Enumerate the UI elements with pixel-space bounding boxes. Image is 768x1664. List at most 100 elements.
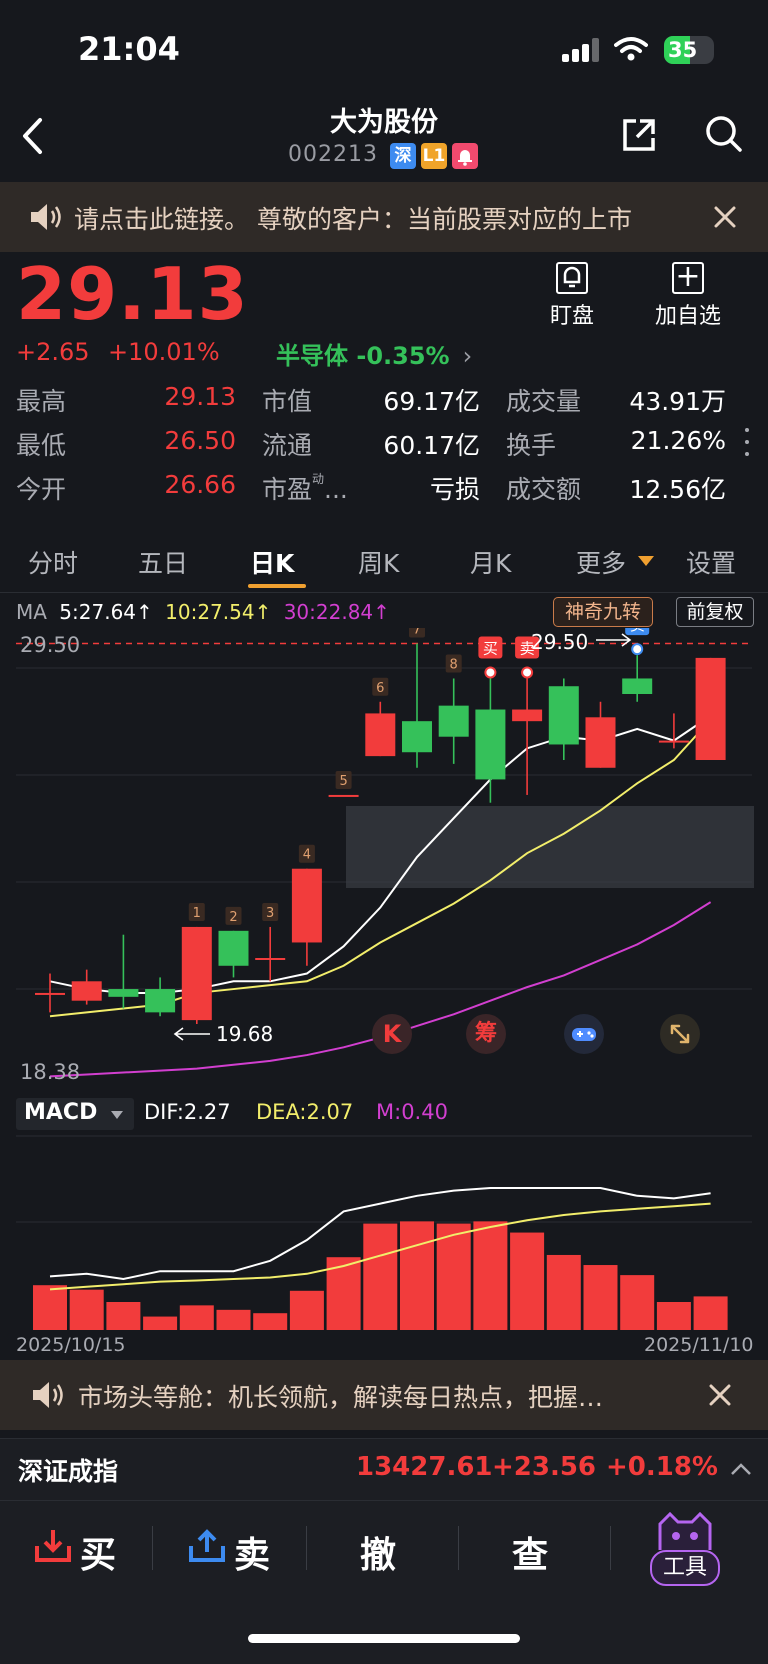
nine-turn-number: 6 — [376, 681, 384, 696]
chevron-up-icon[interactable] — [730, 1462, 752, 1476]
home-indicator — [248, 1634, 520, 1643]
candle-body — [548, 686, 579, 745]
stat-label: 最高 — [16, 387, 67, 416]
tab-daily-k[interactable]: 日K — [250, 544, 294, 580]
macd-bar — [436, 1223, 471, 1330]
watch-button[interactable]: 盯盘 — [540, 262, 604, 332]
gamepad-icon[interactable] — [564, 1014, 604, 1054]
stat-value: 60.17亿 — [383, 431, 480, 460]
tab-monthly-k[interactable]: 月K — [470, 544, 511, 580]
adjust-button[interactable]: 前复权 — [676, 597, 754, 627]
candle-body — [35, 992, 65, 995]
nine-turn-number: 1 — [193, 906, 201, 921]
sector-link[interactable]: 半导体 -0.35% › — [276, 336, 472, 371]
tab-weekly-k[interactable]: 周K — [358, 544, 399, 580]
stat-label: 换手 — [506, 431, 557, 460]
tab-five-day[interactable]: 五日 — [138, 544, 188, 580]
speaker-icon — [31, 204, 61, 230]
add-watchlist-button[interactable]: + 加自选 — [650, 262, 726, 332]
more-vertical-icon[interactable] — [744, 426, 750, 460]
stat-value: 12.56亿 — [629, 475, 726, 504]
buy-button[interactable]: 买 — [30, 1514, 154, 1578]
current-price: 29.13 — [16, 252, 249, 336]
notice-text-bottom[interactable]: 市场头等舱：机长领航，解读每日热点，把握… — [78, 1378, 688, 1414]
sell-button[interactable]: 卖 — [184, 1514, 308, 1578]
tools-label: 工具 — [650, 1550, 720, 1586]
plus-icon: + — [672, 262, 704, 294]
max-marker-label: 29.50 — [531, 630, 589, 654]
share-icon[interactable] — [620, 116, 658, 154]
alert-bell-icon[interactable] — [452, 143, 478, 169]
divider — [458, 1526, 459, 1570]
tab-more[interactable]: 更多 — [576, 544, 626, 580]
k-icon[interactable]: K — [372, 1014, 412, 1054]
macd-bar — [106, 1302, 141, 1330]
signal-icon — [562, 38, 602, 62]
stat-value: 26.66 — [164, 470, 236, 499]
low-price-label: 18.38 — [20, 1060, 81, 1084]
nine-turn-number: 3 — [266, 906, 274, 921]
candle-body — [291, 868, 322, 943]
chevron-right-icon: › — [462, 342, 473, 370]
battery-text: 35 — [668, 38, 698, 62]
notice-text[interactable]: 请点击此链接。 尊敬的客户：当前股票对应的上市 — [74, 200, 702, 236]
stat-label: 最低 — [16, 431, 67, 460]
stat-label: 成交量 — [506, 387, 582, 416]
speaker-icon — [33, 1382, 63, 1408]
candle-body — [658, 740, 689, 743]
ma-legend: MA 5:27.64↑ 10:27.54↑ 30:22.84↑ — [16, 600, 390, 624]
expand-icon[interactable] — [660, 1014, 700, 1054]
macd-bar — [656, 1302, 691, 1330]
stat-label: 成交额 — [506, 475, 582, 504]
candle-body — [402, 721, 432, 753]
magic-nine-button[interactable]: 神奇九转 — [553, 597, 653, 627]
candle-body — [438, 705, 469, 737]
macd-bar — [216, 1309, 251, 1330]
tab-settings[interactable]: 设置 — [686, 544, 736, 580]
ma30-value: 30:22.84↑ — [283, 600, 390, 624]
ma10-value: 10:27.54↑ — [165, 600, 272, 624]
stat-value: 29.13 — [164, 382, 236, 411]
candle-body — [255, 958, 286, 960]
stat-value: 亏损 — [429, 475, 480, 504]
candle-body — [328, 794, 359, 797]
caret-down-icon — [111, 1111, 123, 1119]
tab-active-underline — [248, 584, 306, 588]
nine-turn-number: 7 — [413, 628, 421, 638]
stat-value: 43.91万 — [629, 387, 726, 416]
dif-value: DIF:2.27 — [144, 1100, 231, 1124]
stat-label: 流通 — [262, 431, 313, 460]
stat-label: 今开 — [16, 475, 67, 504]
pe-sup: 动 — [312, 472, 325, 486]
candle-body — [365, 713, 396, 757]
date-start: 2025/10/15 — [16, 1334, 126, 1356]
macd-selector[interactable]: MACD — [16, 1098, 134, 1130]
macd-bar — [143, 1316, 178, 1330]
chip-icon[interactable]: 筹 — [466, 1014, 506, 1054]
buy-mark: 买 — [483, 639, 498, 657]
candle-body — [218, 930, 249, 966]
macd-bar — [69, 1289, 104, 1330]
close-icon[interactable] — [708, 1383, 732, 1407]
search-icon[interactable] — [704, 114, 744, 154]
nine-turn-number: 5 — [339, 774, 347, 789]
candle-body — [622, 678, 653, 694]
watch-icon — [556, 262, 588, 294]
macd-chart[interactable] — [0, 1134, 768, 1332]
macd-bar — [253, 1313, 288, 1330]
sell-signal-dot — [631, 643, 644, 656]
candle-body — [108, 989, 139, 997]
highlight-zone — [346, 806, 754, 888]
tools-button[interactable]: 工具 — [648, 1512, 722, 1586]
tab-intraday[interactable]: 分时 — [28, 544, 78, 580]
pe-label-text: 市盈 — [262, 475, 313, 504]
ma-label: MA — [16, 600, 47, 624]
ma5-value: 5:27.64↑ — [59, 600, 153, 624]
stock-code: 002213 — [288, 142, 378, 167]
query-button[interactable]: 查 — [512, 1526, 548, 1578]
sell-mark-dot — [521, 666, 534, 679]
nine-turn-number: 8 — [450, 657, 458, 672]
close-icon[interactable] — [713, 205, 737, 229]
status-time: 21:04 — [78, 30, 180, 68]
cancel-order-button[interactable]: 撤 — [360, 1526, 396, 1578]
